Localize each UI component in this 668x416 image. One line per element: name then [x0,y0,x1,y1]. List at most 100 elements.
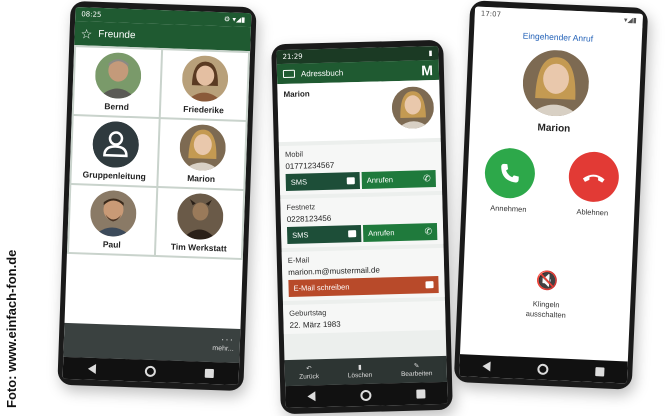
system-nav-bar [62,356,240,385]
hangup-icon [582,174,605,183]
index-letter[interactable]: M [421,62,433,78]
phone-icon: ✆ [423,173,431,184]
call-label: Anrufen [368,228,395,238]
friends-title: Freunde [98,28,136,41]
delete-button[interactable]: ▮ Löschen [347,363,373,380]
call-button[interactable]: Anrufen ✆ [361,170,436,189]
home-icon[interactable] [537,363,549,375]
delete-label: Löschen [347,371,373,380]
email-actions: E-Mail schreiben [288,276,439,297]
status-time: 21:29 [282,52,303,62]
phone-friends: 08:25 ⚙ ▾◢▮ ☆ Freunde Bernd Friederike G… [57,0,257,392]
call-button[interactable]: Anrufen ✆ [362,223,438,242]
call-actions: Annehmen Ablehnen [466,146,637,218]
birthday-field: Geburtstag 22. März 1983 [283,300,446,335]
pencil-icon: ✎ [413,362,420,370]
status-time: 08:25 [81,10,102,19]
addressbook-icon [282,69,296,79]
accept-label: Annehmen [490,203,527,214]
trash-icon: ▮ [357,364,362,372]
email-value: marion.m@mustermail.de [288,265,380,277]
message-icon [348,230,357,238]
phone-icon: ✆ [424,226,433,237]
accept-group: Annehmen [483,147,536,214]
undo-icon: ↶ [306,365,312,373]
mute-label: Klingeln ausschalten [462,296,631,323]
email-label: E-Mail [287,255,310,265]
contact-tile[interactable]: Paul [68,185,157,255]
recents-icon[interactable] [594,366,605,376]
contact-name: Gruppenleitung [82,169,146,182]
friends-screen: 08:25 ⚙ ▾◢▮ ☆ Freunde Bernd Friederike G… [62,7,252,385]
landline-value: 0228123456 [286,213,332,224]
system-nav-bar [285,381,448,409]
status-bar: 17:07 ▾◢▮ [474,6,643,28]
sms-button[interactable]: SMS [286,225,362,244]
contact-name: Marion [187,173,216,185]
mute-ringer-button[interactable]: 🔇 Klingeln ausschalten [462,267,632,323]
birthday-value: 22. März 1983 [289,319,341,330]
addressbook-title: Adressbuch [300,67,344,79]
recents-icon[interactable] [415,388,426,399]
edit-label: Bearbeiten [400,370,433,379]
back-icon[interactable] [482,361,492,372]
accept-call-button[interactable] [483,147,536,200]
email-field: E-Mail marion.m@mustermail.de E-Mail sch… [281,247,445,302]
birthday-label: Geburtstag [289,307,327,318]
contact-tile[interactable]: Marion [158,119,246,190]
star-icon: ☆ [80,25,93,42]
contact-name: Tim Werkstatt [170,241,227,254]
system-nav-bar [459,354,628,384]
avatar [89,189,137,238]
write-email-button[interactable]: E-Mail schreiben [288,276,439,297]
contact-card: Marion [277,79,441,143]
mobile-actions: SMS Anrufen ✆ [285,170,436,191]
mobile-label: Mobil [284,149,304,159]
back-icon[interactable] [87,363,96,374]
back-icon[interactable] [307,391,316,402]
recents-icon[interactable] [205,368,215,378]
battery-icon: ▮ [428,49,433,58]
mobile-field: Mobil 01771234567 SMS Anrufen ✆ [278,141,443,196]
avatar [178,123,227,172]
home-icon[interactable] [144,365,157,377]
home-icon[interactable] [360,389,372,401]
reject-label: Ablehnen [576,207,609,218]
reject-call-button[interactable] [567,150,620,203]
contact-tile[interactable]: Friederike [160,50,249,121]
muted-speaker-icon: 🔇 [535,270,559,292]
call-label: Anrufen [366,175,394,185]
status-icons: ▾◢▮ [623,16,637,25]
write-email-label: E-Mail schreiben [293,282,350,293]
status-icons: ⚙ ▾◢▮ [223,15,246,24]
reject-group: Ablehnen [567,150,620,218]
contact-name: Paul [102,239,121,250]
contact-tile[interactable]: Tim Werkstatt [155,188,244,258]
sms-label: SMS [290,177,308,187]
edit-button[interactable]: ✎ Bearbeiten [401,361,433,378]
addressbook-screen: 21:29 ▮ Adressbuch M Marion Mobil 017712… [276,45,448,409]
back-label: Zurück [299,373,320,381]
sms-button[interactable]: SMS [285,172,361,191]
contact-name: Bernd [104,101,130,112]
avatar [93,51,142,100]
landline-actions: SMS Anrufen ✆ [286,223,438,244]
landline-field: Festnetz 0228123456 SMS Anrufen ✆ [280,194,444,249]
photo-credit: Foto: www.einfach-fon.de [4,249,19,408]
phone-addressbook: 21:29 ▮ Adressbuch M Marion Mobil 017712… [271,39,453,415]
contact-name: Friederike [183,103,225,116]
avatar [180,54,229,103]
message-icon [346,177,355,185]
avatar [391,86,435,130]
contact-tile[interactable]: Gruppenleitung [71,116,159,186]
sms-label: SMS [292,230,309,240]
avatar [176,192,224,241]
contact-grid: Bernd Friederike Gruppenleitung Marion P… [66,45,251,261]
contact-tile[interactable]: Bernd [73,47,162,118]
incoming-call-screen: 17:07 ▾◢▮ Eingehender Anruf Marion Anneh… [459,6,643,384]
phone-incoming-call: 17:07 ▾◢▮ Eingehender Anruf Marion Anneh… [453,0,649,390]
back-button[interactable]: ↶ Zurück [299,364,320,381]
group-icon [91,120,140,169]
landline-label: Festnetz [286,202,316,212]
incoming-call-title: Eingehender Anruf [522,30,594,44]
